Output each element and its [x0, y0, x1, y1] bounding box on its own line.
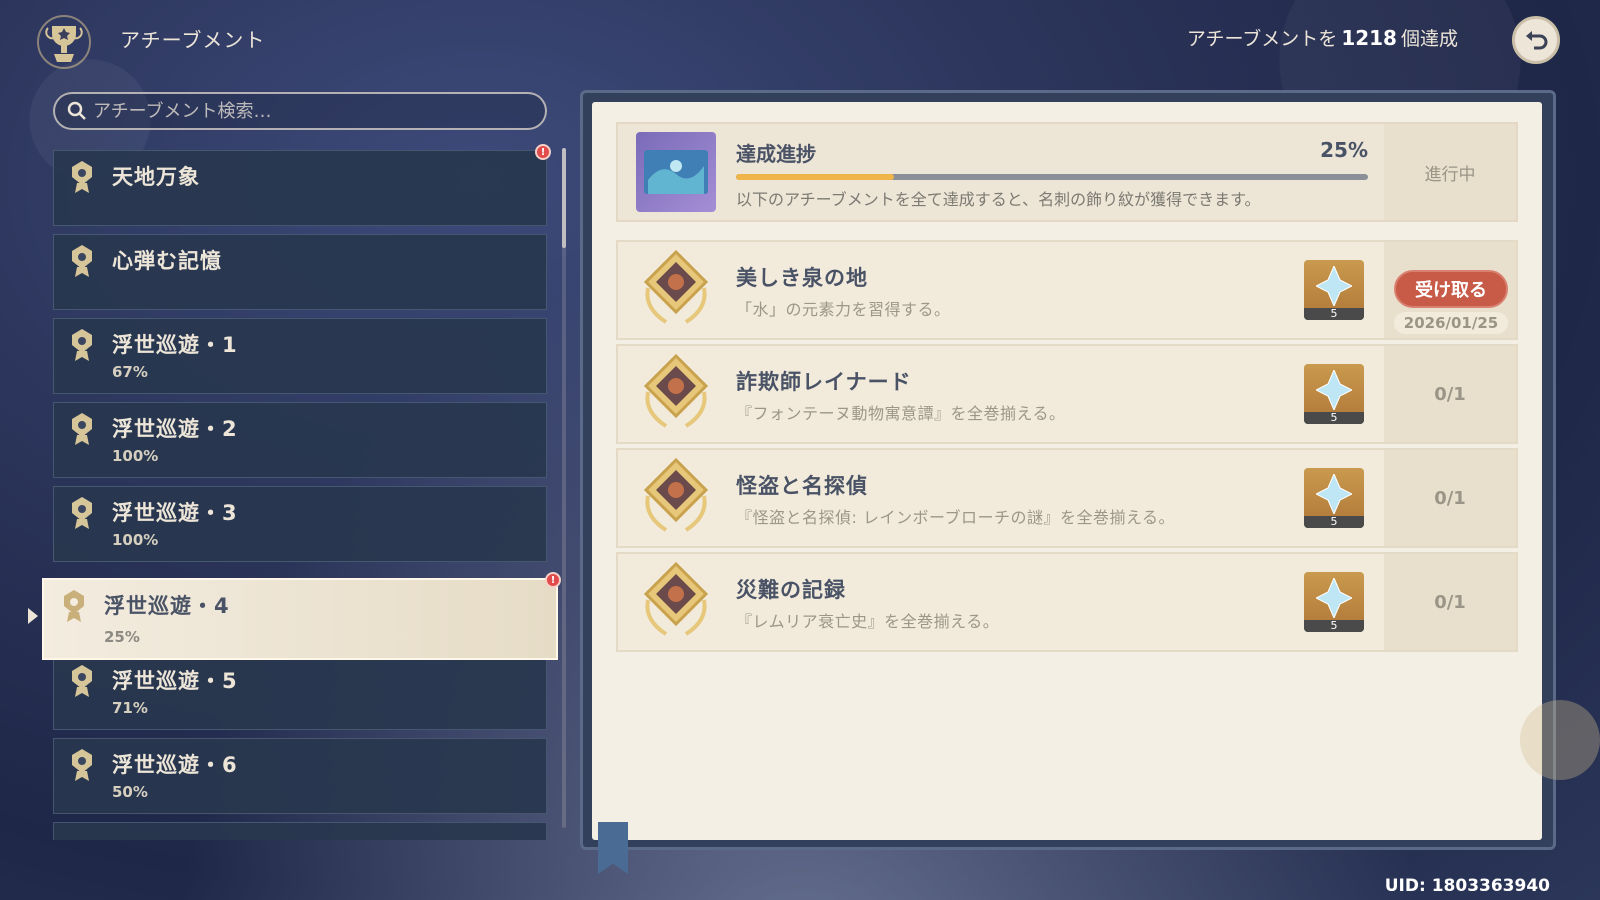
category-badge-icon	[72, 497, 92, 529]
decorative-seal	[1520, 700, 1600, 780]
back-button[interactable]	[1512, 16, 1560, 64]
reward-slot[interactable]: 5	[1304, 364, 1364, 424]
achievement-title: 怪盗と名探偵	[736, 474, 868, 498]
progress-count: 0/1	[1384, 346, 1516, 442]
progress-bar	[736, 174, 1368, 180]
count-prefix: アチーブメントを	[1186, 28, 1338, 50]
reward-quantity: 5	[1304, 412, 1364, 424]
category-badge-icon	[72, 413, 92, 445]
category-item[interactable]: 心弾む記憶	[53, 234, 547, 310]
count-suffix: 個達成	[1400, 28, 1458, 50]
category-name: 浮世巡遊・2	[112, 417, 238, 441]
medal-icon	[643, 249, 709, 324]
category-badge-icon	[72, 329, 92, 361]
scrollbar-track[interactable]	[562, 148, 566, 828]
claim-button[interactable]: 受け取る	[1394, 270, 1508, 308]
selection-arrow-icon	[28, 608, 38, 624]
alert-icon: !	[535, 144, 551, 160]
achievement-count: アチーブメントを 1218 個達成	[1187, 24, 1458, 51]
category-percent: 100%	[112, 447, 159, 465]
search-box[interactable]	[53, 92, 547, 130]
category-item[interactable]: 浮世巡遊・2 100%	[53, 402, 547, 478]
category-percent: 67%	[112, 363, 148, 381]
medal-icon	[643, 561, 709, 636]
reward-slot[interactable]: 5	[1304, 260, 1364, 320]
search-input[interactable]	[93, 100, 513, 122]
bookmark-ribbon	[598, 822, 628, 874]
category-percent: 25%	[104, 628, 140, 646]
category-item[interactable]: 浮世巡遊・3 100%	[53, 486, 547, 562]
primogem-icon	[1316, 266, 1352, 306]
achievement-title: 美しき泉の地	[736, 266, 868, 290]
primogem-icon	[1316, 474, 1352, 514]
achievement-row: 美しき泉の地 「水」の元素力を習得する。 5 受け取る 2026/01/25	[616, 240, 1518, 340]
category-name: 浮世巡遊・3	[112, 501, 238, 525]
primogem-icon	[1316, 370, 1352, 410]
medal-icon	[643, 353, 709, 428]
category-badge-icon	[72, 161, 92, 193]
reward-quantity: 5	[1304, 516, 1364, 528]
progress-description: 以下のアチーブメントを全て達成すると、名刺の飾り紋が獲得できます。	[736, 190, 1261, 209]
category-name: 天地万象	[112, 165, 200, 189]
category-badge-icon	[72, 749, 92, 781]
category-name: 浮世巡遊・1	[112, 333, 238, 357]
category-badge-icon	[72, 665, 92, 697]
category-name: 浮世巡遊・5	[112, 669, 238, 693]
reward-slot[interactable]: 5	[1304, 572, 1364, 632]
progress-count: 0/1	[1384, 450, 1516, 546]
category-percent: 71%	[112, 699, 148, 717]
category-name: 浮世巡遊・4	[104, 594, 230, 618]
category-badge-icon	[64, 590, 84, 622]
search-icon	[67, 101, 86, 120]
trophy-emblem-icon	[34, 12, 94, 72]
progress-percent: 25%	[1320, 138, 1368, 162]
back-arrow-icon	[1526, 31, 1548, 50]
reward-slot[interactable]: 5	[1304, 468, 1364, 528]
progress-card: 達成進捗 25% 以下のアチーブメントを全て達成すると、名刺の飾り紋が獲得できま…	[616, 122, 1518, 222]
completion-date: 2026/01/25	[1394, 312, 1508, 334]
uid-label: UID: 1803363940	[1384, 876, 1550, 896]
alert-icon: !	[545, 572, 561, 588]
status-in-progress: 進行中	[1384, 124, 1516, 220]
achievement-title: 詐欺師レイナード	[736, 370, 912, 394]
category-item-partial[interactable]	[53, 822, 547, 840]
category-name: 心弾む記憶	[112, 249, 222, 273]
category-item[interactable]: 天地万象	[53, 150, 547, 226]
achievement-title: 災難の記録	[736, 578, 846, 602]
achievement-description: 『レムリア衰亡史』を全巻揃える。	[736, 612, 1000, 631]
progress-fill	[736, 174, 894, 180]
category-item-active[interactable]: 浮世巡遊・4 25%	[42, 578, 558, 660]
progress-count: 0/1	[1384, 554, 1516, 650]
medal-icon	[643, 457, 709, 532]
category-item[interactable]: 浮世巡遊・6 50%	[53, 738, 547, 814]
claim-cell: 受け取る 2026/01/25	[1384, 242, 1516, 338]
progress-title: 達成進捗	[736, 142, 816, 166]
namecard-icon	[636, 132, 716, 212]
achievement-row: 怪盗と名探偵 『怪盗と名探偵: レインボーブローチの謎』を全巻揃える。 5 0/…	[616, 448, 1518, 548]
category-percent: 100%	[112, 531, 159, 549]
category-name: 浮世巡遊・6	[112, 753, 238, 777]
scrollbar-thumb[interactable]	[562, 148, 566, 248]
category-badge-icon	[72, 245, 92, 277]
category-item[interactable]: 浮世巡遊・5 71%	[53, 654, 547, 730]
category-item[interactable]: 浮世巡遊・1 67%	[53, 318, 547, 394]
count-number: 1218	[1341, 26, 1397, 50]
reward-quantity: 5	[1304, 308, 1364, 320]
achievement-description: 『怪盗と名探偵: レインボーブローチの謎』を全巻揃える。	[736, 508, 1176, 527]
achievement-row: 詐欺師レイナード 『フォンテーヌ動物寓意譚』を全巻揃える。 5 0/1	[616, 344, 1518, 444]
achievement-description: 『フォンテーヌ動物寓意譚』を全巻揃える。	[736, 404, 1066, 423]
page-title: アチーブメント	[120, 28, 266, 52]
reward-quantity: 5	[1304, 620, 1364, 632]
achievement-row: 災難の記録 『レムリア衰亡史』を全巻揃える。 5 0/1	[616, 552, 1518, 652]
category-percent: 50%	[112, 783, 148, 801]
achievement-description: 「水」の元素力を習得する。	[736, 300, 951, 319]
primogem-icon	[1316, 578, 1352, 618]
category-list: 天地万象 心弾む記憶 浮世巡遊・1 67% 浮世巡遊・2 100% 浮世巡遊・3…	[53, 150, 548, 840]
